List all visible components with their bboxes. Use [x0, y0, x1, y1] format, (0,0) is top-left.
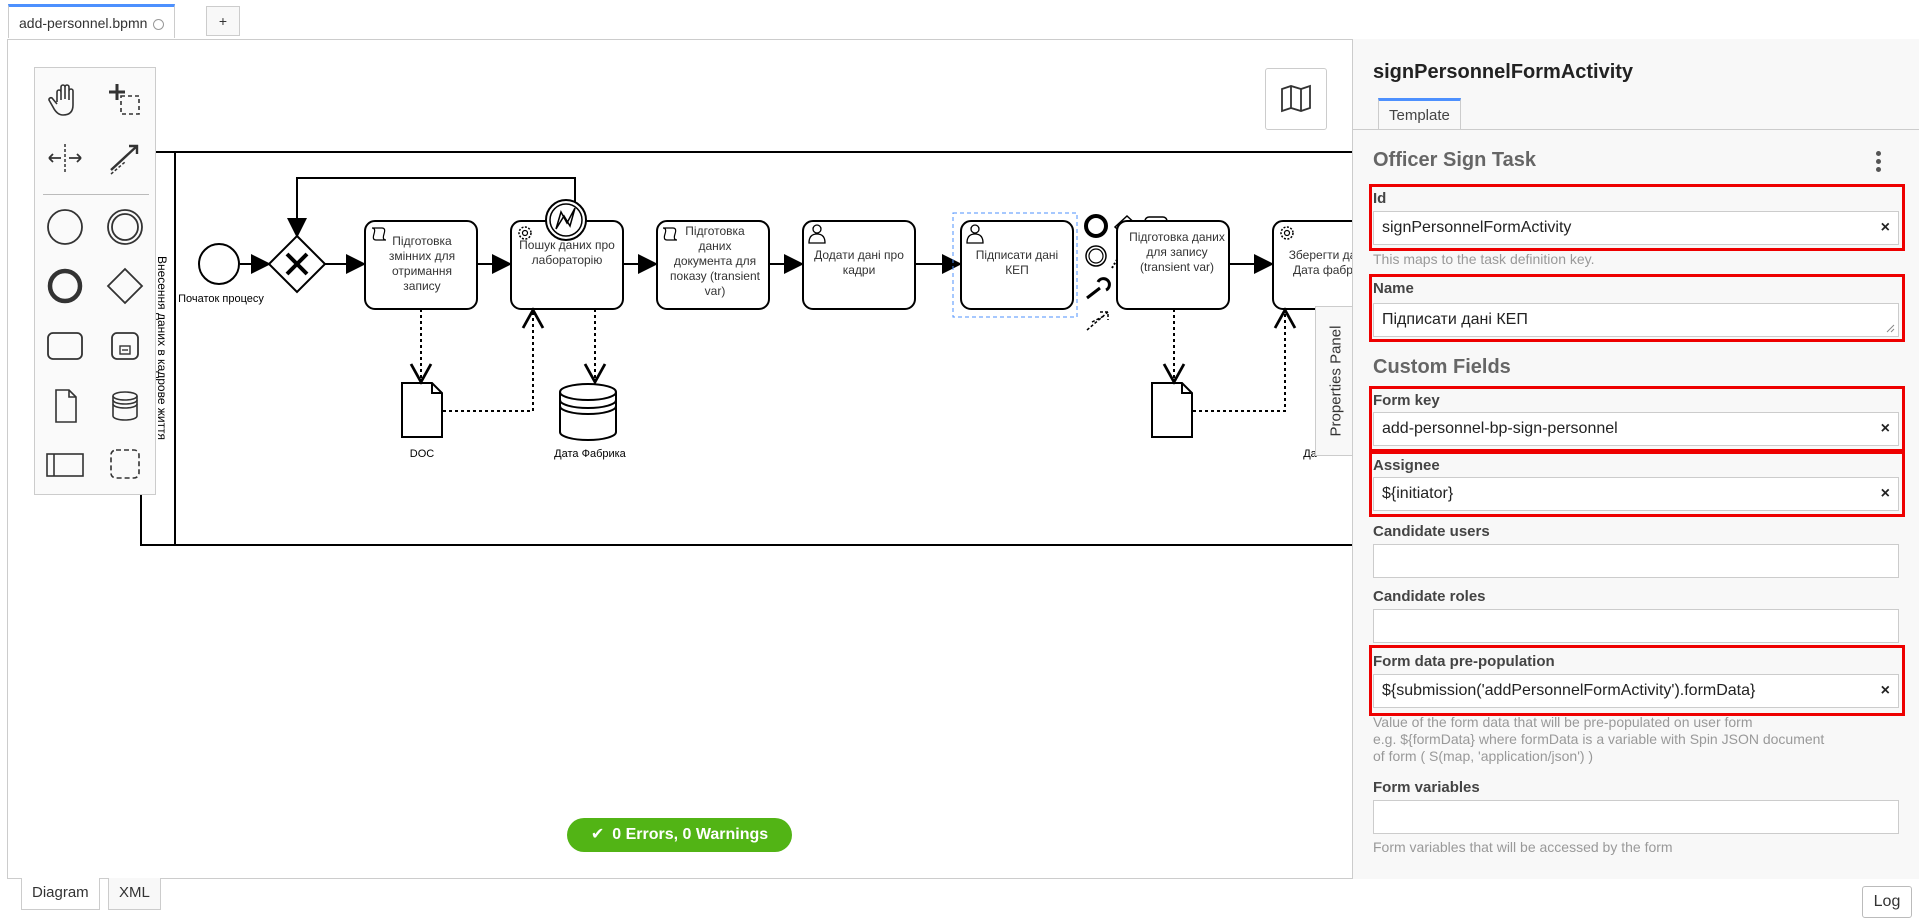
properties-panel-toggle[interactable]: Properties Panel — [1315, 306, 1355, 456]
task-prepare-record[interactable]: Підготовка даних для запису (transient v… — [1116, 220, 1230, 310]
task-sign-kep-label: Підписати дані КЕП — [975, 248, 1059, 277]
connect-icon — [1086, 311, 1109, 331]
task-prepare-vars-label: Підготовка змінних для отримання запису — [388, 234, 456, 293]
candidate-roles-input[interactable] — [1373, 609, 1899, 643]
tab-diagram-label: Diagram — [32, 884, 89, 901]
minimap-toggle-button[interactable] — [1265, 68, 1327, 130]
create-start-event[interactable] — [43, 205, 87, 249]
custom-fields-title: Custom Fields — [1373, 356, 1511, 378]
task-icon — [47, 332, 83, 360]
task-save-factory[interactable]: Зберегти дані в Дата фабрику — [1272, 220, 1352, 310]
id-hint: This maps to the task definition key. — [1373, 251, 1595, 267]
form-data-hint-3: of form ( S(map, 'application/json') ) — [1373, 748, 1594, 764]
lane-label: Внесення даних в кадрове життя — [155, 256, 169, 440]
properties-panel: signPersonnelFormActivity Template Offic… — [1352, 39, 1919, 879]
group-title-officer-sign-task: Officer Sign Task — [1373, 149, 1537, 171]
exclusive-gateway[interactable] — [267, 234, 327, 294]
check-icon: ✔ — [590, 826, 605, 843]
data-store-icon — [112, 391, 138, 421]
global-connect-tool[interactable] — [103, 136, 147, 180]
create-data-object[interactable] — [43, 384, 87, 428]
data-object-doc-label: DOC — [410, 448, 435, 460]
candidate-users-input[interactable] — [1373, 544, 1899, 578]
highlight-box-form-data — [1369, 645, 1905, 716]
lasso-icon — [109, 84, 140, 115]
task-sign-kep[interactable]: Підписати дані КЕП — [952, 212, 1078, 318]
form-variables-input[interactable] — [1373, 800, 1899, 834]
bpmn-diagram: Внесення даних в кадрове життя Початок п… — [140, 151, 1352, 546]
connect-icon — [110, 144, 139, 175]
create-subprocess[interactable] — [103, 324, 147, 368]
space-tool[interactable] — [43, 136, 87, 180]
task-search-lab[interactable]: Пошук даних про лабораторію — [510, 199, 624, 310]
data-object-doc[interactable] — [401, 382, 443, 438]
form-data-hint-1: Value of the form data that will be pre-… — [1373, 714, 1753, 730]
start-event-label: Початок процесу — [178, 293, 264, 305]
log-button[interactable]: Log — [1862, 886, 1912, 918]
create-group[interactable] — [103, 442, 147, 486]
change-type-icon — [1086, 277, 1111, 300]
form-data-hint-2: e.g. ${formData} where formData is a var… — [1373, 731, 1825, 747]
task-prepare-doc-label: Підготовка даних документа для показу (t… — [670, 224, 760, 298]
tab-xml-label: XML — [119, 884, 150, 901]
hand-tool[interactable] — [43, 78, 87, 122]
palette-separator — [43, 194, 149, 195]
create-task[interactable] — [43, 324, 87, 368]
candidate-roles-label: Candidate roles — [1373, 588, 1486, 605]
lint-status-badge[interactable]: ✔ 0 Errors, 0 Warnings — [567, 818, 792, 852]
task-search-lab-label: Пошук даних про лабораторію — [519, 238, 615, 267]
task-save-factory-label: Зберегти дані в Дата фабрику — [1288, 248, 1352, 277]
lint-status-text: 0 Errors, 0 Warnings — [612, 826, 769, 843]
hand-icon — [48, 84, 74, 116]
start-event[interactable] — [198, 243, 240, 285]
task-add-personnel[interactable]: Додати дані про кадри — [802, 220, 916, 310]
end-event-icon — [47, 268, 83, 304]
highlight-box-name — [1369, 274, 1905, 342]
group-icon — [110, 449, 140, 479]
create-data-store[interactable] — [103, 384, 147, 428]
lasso-tool[interactable] — [103, 78, 147, 122]
form-variables-label: Form variables — [1373, 779, 1480, 796]
task-prepare-record-label: Підготовка даних для запису (transient v… — [1129, 230, 1225, 274]
task-prepare-vars[interactable]: Підготовка змінних для отримання запису — [364, 220, 478, 310]
element-id-title: signPersonnelFormActivity — [1373, 61, 1634, 83]
gateway-icon — [106, 267, 144, 305]
highlight-box-form-key — [1369, 386, 1905, 452]
highlight-box-id — [1369, 184, 1905, 251]
tab-template-label: Template — [1389, 107, 1450, 124]
data-store-factory-label: Дата Фабрика — [554, 448, 627, 460]
data-object-doc-2[interactable] — [1151, 382, 1193, 438]
highlight-box-assignee — [1369, 451, 1905, 517]
pool-icon — [46, 453, 84, 477]
create-intermediate-event[interactable] — [103, 205, 147, 249]
create-pool[interactable] — [43, 442, 87, 486]
create-end-event[interactable] — [43, 264, 87, 308]
properties-panel-toggle-label: Properties Panel — [1327, 325, 1344, 437]
intermediate-event-icon — [107, 209, 143, 245]
start-event-icon — [47, 209, 83, 245]
pool[interactable] — [140, 151, 1352, 546]
tab-template[interactable]: Template — [1378, 98, 1461, 130]
task-add-personnel-label: Додати дані про кадри — [814, 248, 904, 277]
task-prepare-doc[interactable]: Підготовка даних документа для показу (t… — [656, 220, 770, 310]
form-variables-hint: Form variables that will be accessed by … — [1373, 839, 1673, 855]
tab-diagram[interactable]: Diagram — [21, 878, 100, 910]
map-icon — [1281, 84, 1311, 113]
tab-divider — [1353, 129, 1919, 130]
data-store-factory[interactable] — [559, 383, 617, 441]
error-boundary-event[interactable] — [545, 199, 587, 241]
candidate-users-label: Candidate users — [1373, 523, 1490, 540]
tab-xml[interactable]: XML — [108, 878, 161, 910]
space-icon — [48, 144, 82, 172]
append-end-event-icon — [1084, 214, 1108, 238]
more-options-icon[interactable] — [1876, 151, 1882, 173]
create-gateway[interactable] — [103, 264, 147, 308]
data-object-icon — [55, 389, 77, 423]
subprocess-icon — [111, 332, 139, 360]
tool-palette — [34, 67, 156, 495]
